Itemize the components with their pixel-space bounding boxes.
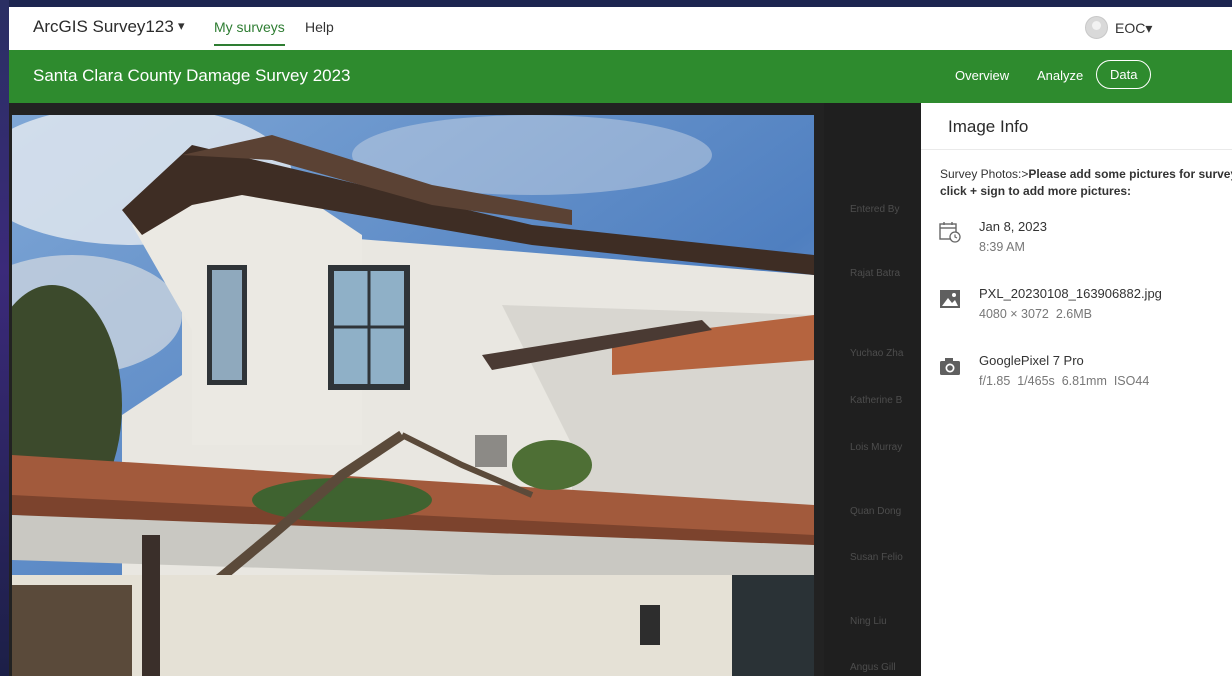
exif-focal-length: 6.81mm	[1061, 374, 1107, 388]
camera-model: GooglePixel 7 Pro	[979, 353, 1084, 368]
capture-date: Jan 8, 2023	[979, 219, 1047, 234]
panel-title: Image Info	[948, 117, 1029, 136]
exif-iso: ISO44	[1113, 374, 1150, 388]
exif-details: f/1.85 1/465s 6.81mm ISO44	[979, 374, 1149, 388]
window-frame-left	[0, 0, 9, 676]
table-row: Lois Murray	[850, 442, 903, 453]
question-prefix: Survey Photos:>	[940, 167, 1029, 181]
exif-shutter: 1/465s	[1017, 374, 1055, 388]
image-viewer	[9, 103, 921, 676]
survey-title: Santa Clara County Damage Survey 2023	[33, 66, 351, 85]
table-header-entered-by: Entered By	[850, 204, 900, 215]
calendar-clock-icon	[939, 222, 961, 243]
exif-aperture: f/1.85	[979, 374, 1011, 388]
file-details: 4080 × 3072 2.6MB	[979, 307, 1092, 321]
divider	[921, 149, 1232, 150]
avatar[interactable]	[1085, 16, 1108, 39]
image-info-panel: Image Info Survey Photos:>Please add som…	[921, 103, 1232, 676]
window-frame-top	[0, 0, 1232, 7]
user-menu[interactable]: EOC▾	[1115, 20, 1152, 37]
app-header: ArcGIS Survey123 ▾ My surveys Help EOC▾	[9, 7, 1232, 51]
file-name: PXL_20230108_163906882.jpg	[979, 286, 1162, 301]
table-row: Susan Felio	[850, 552, 903, 563]
tab-overview[interactable]: Overview	[955, 68, 1009, 83]
camera-icon	[940, 358, 960, 375]
app-title[interactable]: ArcGIS Survey123	[33, 17, 174, 37]
table-row: Ning Liu	[850, 616, 887, 627]
tab-data[interactable]: Data	[1096, 60, 1152, 89]
table-row: Katherine B	[850, 395, 903, 406]
file-size: 2.6MB	[1055, 307, 1092, 321]
table-row: Yuchao Zha	[850, 348, 904, 359]
survey-photo	[12, 115, 814, 676]
survey-header: Santa Clara County Damage Survey 2023 Ov…	[9, 50, 1232, 103]
table-row: Angus Gill	[850, 662, 896, 673]
question-label: Survey Photos:>Please add some pictures …	[940, 166, 1232, 200]
nav-help[interactable]: Help	[305, 19, 334, 35]
capture-time: 8:39 AM	[979, 240, 1025, 254]
table-row: Quan Dong	[850, 506, 902, 517]
image-icon	[940, 290, 960, 308]
nav-my-surveys[interactable]: My surveys	[214, 19, 285, 46]
background-table: Entered By Rajat Batra Yuchao Zha Kather…	[824, 103, 921, 676]
tab-analyze[interactable]: Analyze	[1037, 68, 1083, 83]
table-row: Rajat Batra	[850, 268, 901, 279]
app-menu-caret-icon[interactable]: ▾	[178, 18, 185, 34]
image-dimensions: 4080 × 3072	[979, 307, 1049, 321]
